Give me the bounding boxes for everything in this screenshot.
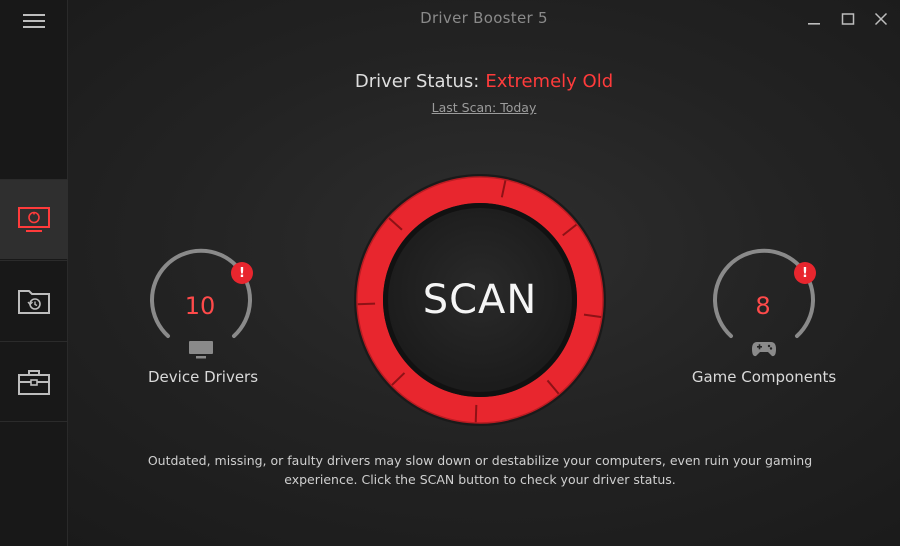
game-components-count: 8 [755, 292, 771, 320]
scan-button[interactable]: SCAN [352, 172, 608, 428]
game-components-label: Game Components [691, 368, 837, 386]
monitor-scan-icon [18, 206, 50, 232]
maximize-button[interactable] [835, 6, 861, 32]
device-drivers-gauge[interactable]: ! 10 Device Drivers [148, 246, 268, 396]
device-drivers-alert-badge: ! [231, 262, 253, 284]
app-window: Driver Booster 5 Driver Status: Extremely… [0, 0, 900, 546]
device-drivers-label: Device Drivers [148, 368, 259, 386]
sidebar-item-toolbox[interactable] [0, 341, 68, 421]
driver-status-label: Driver Status: [354, 71, 480, 92]
sidebar [0, 0, 68, 546]
hamburger-menu-button[interactable] [0, 0, 68, 42]
window-title: Driver Booster 5 [420, 9, 548, 27]
game-components-alert-badge: ! [794, 262, 816, 284]
monitor-icon [189, 341, 213, 359]
close-icon [874, 12, 888, 26]
folder-restore-icon [18, 289, 50, 314]
scan-description: Outdated, missing, or faulty drivers may… [147, 453, 813, 487]
gamepad-icon [752, 342, 776, 357]
minimize-icon [808, 23, 820, 25]
last-scan-link[interactable]: Last Scan: Today [68, 100, 900, 115]
scan-label: SCAN [422, 277, 538, 323]
toolbox-icon [18, 369, 50, 395]
driver-status-value: Extremely Old [485, 71, 614, 92]
game-components-gauge[interactable]: ! 8 Game Components [692, 246, 836, 396]
minimize-button[interactable] [801, 6, 827, 32]
sidebar-divider [0, 421, 68, 422]
device-drivers-count: 10 [184, 292, 216, 320]
title-bar: Driver Booster 5 [68, 0, 900, 38]
hamburger-icon [23, 14, 45, 28]
sidebar-item-scan[interactable] [0, 179, 68, 259]
close-button[interactable] [868, 6, 894, 32]
sidebar-item-restore[interactable] [0, 260, 68, 340]
maximize-icon [841, 13, 855, 25]
driver-status: Driver Status: Extremely Old [68, 71, 900, 92]
